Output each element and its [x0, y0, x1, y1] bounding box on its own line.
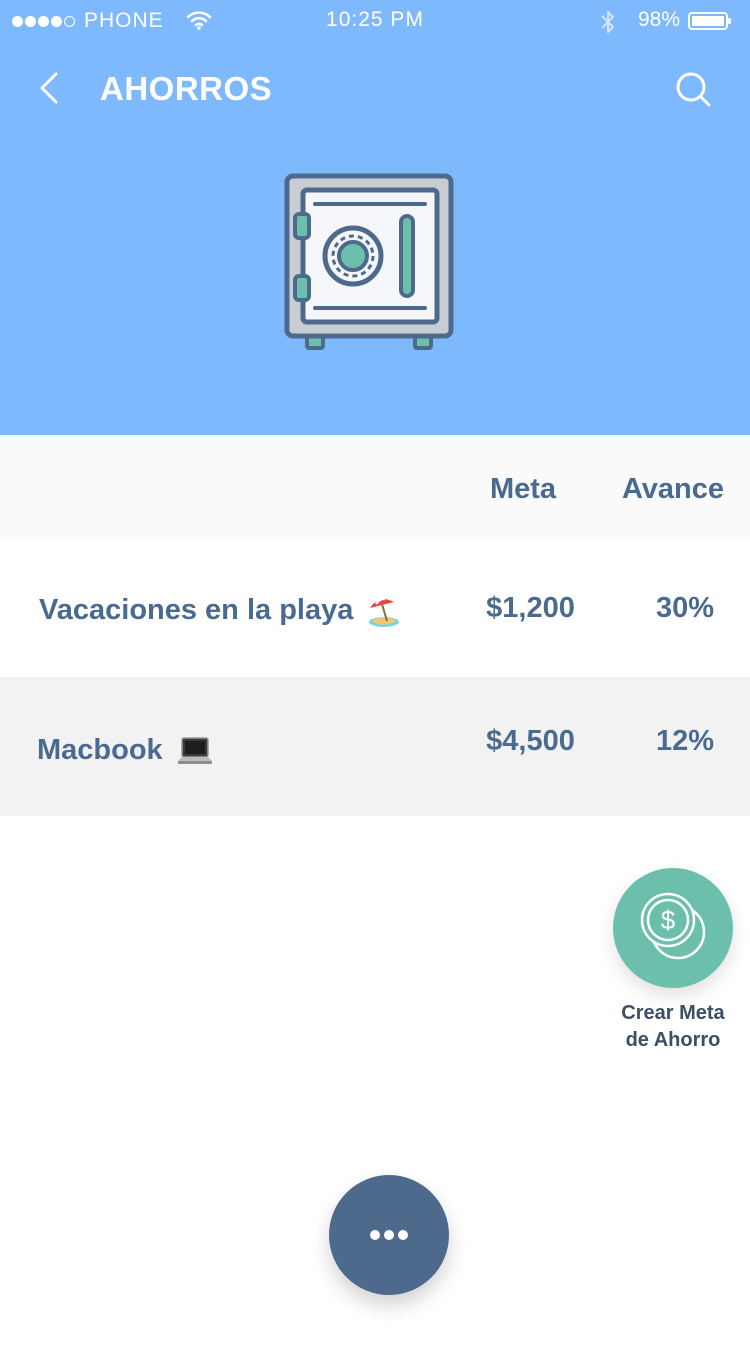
coins-dollar-icon: $	[640, 892, 706, 960]
column-header-meta: Meta	[489, 473, 557, 505]
goal-name-cell: Vacaciones en la playa	[39, 594, 401, 628]
battery-icon	[688, 12, 731, 30]
goal-meta: $4,500	[486, 725, 575, 757]
create-goal-button[interactable]: $	[613, 868, 733, 988]
goal-name-cell: Macbook	[37, 734, 213, 767]
goal-meta: $1,200	[486, 592, 575, 624]
bluetooth-icon	[601, 11, 614, 33]
header: PHONE 10:25 PM 98% AHORROS	[0, 0, 750, 435]
safe-icon	[284, 173, 454, 350]
create-goal-label-line1: Crear Meta	[621, 1002, 725, 1024]
goal-name: Vacaciones en la playa	[39, 594, 354, 626]
table-row[interactable]: Vacaciones en la playa $1,200 30%	[0, 537, 750, 677]
column-header-avance: Avance	[621, 473, 725, 505]
back-button[interactable]	[36, 70, 64, 106]
status-bar: PHONE 10:25 PM 98%	[0, 0, 750, 42]
more-dots-icon	[370, 1230, 408, 1240]
table-row[interactable]: Macbook $4,500 12%	[0, 677, 750, 816]
table-header: Meta Avance	[0, 435, 750, 537]
search-icon	[676, 72, 711, 107]
goal-progress: 12%	[655, 725, 715, 757]
search-button[interactable]	[674, 70, 712, 108]
page-title: AHORROS	[100, 70, 273, 107]
more-button[interactable]	[329, 1175, 449, 1295]
create-goal-label[interactable]: Crear Meta de Ahorro	[600, 1000, 746, 1054]
create-goal-label-line2: de Ahorro	[625, 1029, 721, 1051]
goal-name: Macbook	[37, 734, 163, 766]
laptop-icon	[177, 737, 212, 765]
battery-percent: 98%	[638, 8, 681, 31]
svg-text:$: $	[661, 905, 676, 935]
goal-progress: 30%	[655, 592, 715, 624]
beach-umbrella-icon	[369, 597, 400, 628]
